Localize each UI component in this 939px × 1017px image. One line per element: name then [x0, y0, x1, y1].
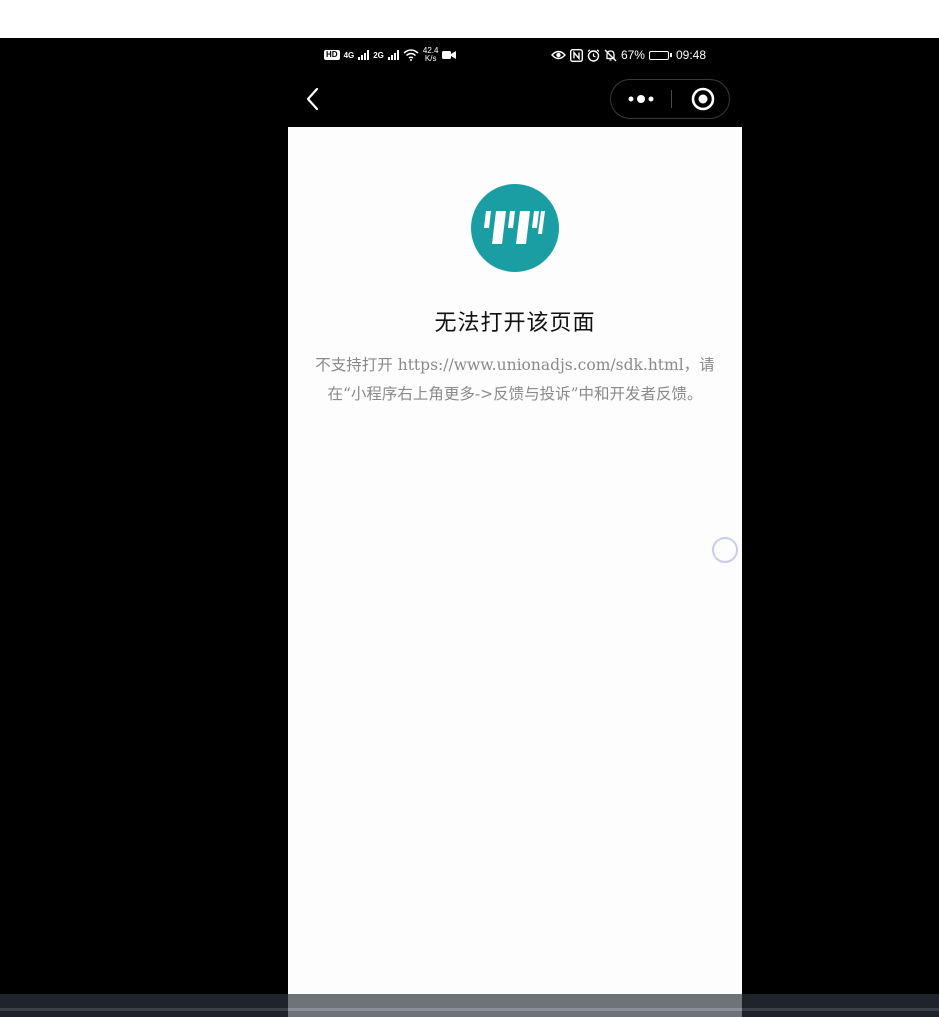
- phone-screen: HD 4G 2G 42.4 K/s 67% 09:48 无法打开该页面 不支持打…: [288, 38, 742, 1017]
- more-button[interactable]: [611, 80, 671, 118]
- net-speed-unit: K/s: [424, 54, 437, 63]
- error-page-content: 无法打开该页面 不支持打开 https://www.unionadjs.com/…: [288, 127, 742, 994]
- sim1-type: 4G: [343, 50, 355, 60]
- video-icon: [442, 51, 457, 59]
- bottom-phone-bar: [288, 994, 742, 1017]
- floating-assist-button[interactable]: [712, 537, 738, 563]
- status-bar-left: HD 4G 2G 42.4 K/s: [324, 46, 457, 64]
- more-dots-icon: [628, 95, 654, 103]
- target-circle-icon: [691, 87, 715, 111]
- mute-icon: [604, 49, 617, 61]
- nfc-icon: [569, 48, 583, 62]
- error-title: 无法打开该页面: [434, 311, 596, 336]
- app-logo: [471, 184, 559, 272]
- capsule-menu: [610, 79, 730, 119]
- stripes-logo-icon: [484, 211, 545, 244]
- eye-icon: [550, 50, 566, 60]
- status-bar-right: 67% 09:48: [550, 46, 706, 64]
- alarm-icon: [587, 48, 600, 62]
- signal-icon-2: [387, 50, 399, 60]
- signal-icon: [358, 50, 370, 60]
- battery-percent: 67%: [620, 48, 645, 62]
- bottom-phone-line: [288, 1008, 742, 1011]
- chevron-left-icon: [306, 87, 319, 111]
- screenshot-page: HD 4G 2G 42.4 K/s 67% 09:48 无法打开该页面 不支持打…: [0, 0, 939, 1017]
- battery-icon: [648, 50, 672, 60]
- net-speed: 42.4 K/s: [423, 47, 439, 63]
- sim2-type: 2G: [373, 50, 384, 60]
- status-time: 09:48: [675, 48, 706, 62]
- close-mini-program-button[interactable]: [672, 80, 730, 118]
- mini-program-nav-bar: [288, 74, 742, 127]
- error-message: 不支持打开 https://www.unionadjs.com/sdk.html…: [315, 356, 715, 403]
- hd-icon: HD: [324, 50, 340, 60]
- status-bar: HD 4G 2G 42.4 K/s 67% 09:48: [288, 38, 742, 74]
- back-button[interactable]: [302, 86, 326, 112]
- wifi-icon: [403, 49, 419, 61]
